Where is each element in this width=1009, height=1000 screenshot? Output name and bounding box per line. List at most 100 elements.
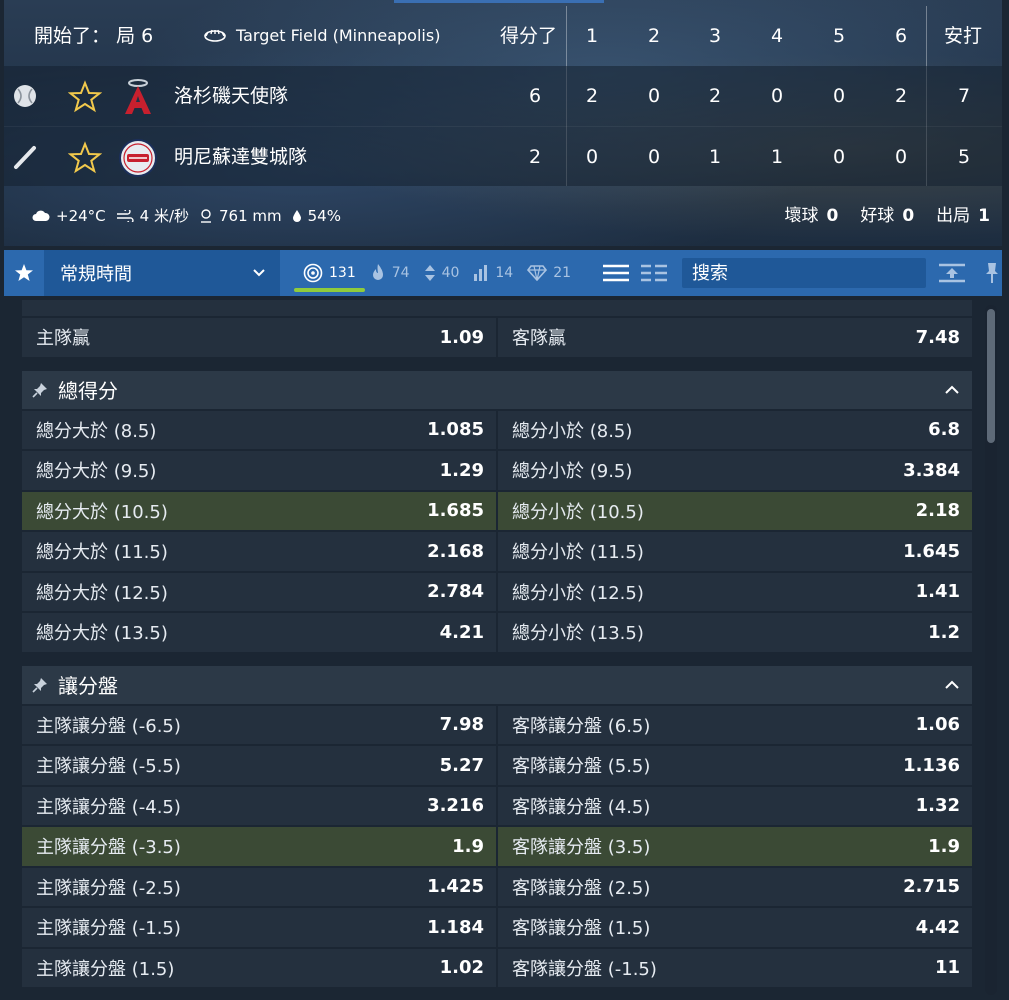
inning-label: 局 6 [116, 25, 154, 47]
odds-cell-away-handicap[interactable]: 客隊讓分盤 (6.5) 1.06 [498, 705, 972, 744]
target-icon [303, 263, 323, 283]
scrollbar-thumb[interactable] [987, 309, 995, 443]
venue-label: Target Field (Minneapolis) [236, 26, 441, 45]
odds-cell-away-handicap[interactable]: 客隊讓分盤 (1.5) 4.42 [498, 908, 972, 947]
odds-cell-home-handicap[interactable]: 主隊讓分盤 (-4.5) 3.216 [22, 786, 496, 825]
odds-cell-over[interactable]: 總分大於 (12.5) 2.784 [22, 572, 496, 611]
tab-count: 14 [495, 265, 514, 281]
odds-cell-home-win[interactable]: 主隊贏 1.09 [22, 318, 496, 357]
odds-cell-under[interactable]: 總分小於 (13.5) 1.2 [498, 613, 972, 652]
odds-cell-away-handicap[interactable]: 客隊讓分盤 (5.5) 1.136 [498, 746, 972, 785]
odds-cell-away-win[interactable]: 客隊贏 7.48 [498, 318, 972, 357]
odds-cell-over[interactable]: 總分大於 (11.5) 2.168 [22, 532, 496, 571]
odds-cell-home-handicap[interactable]: 主隊讓分盤 (-5.5) 5.27 [22, 746, 496, 785]
star-icon [15, 264, 33, 281]
odds-cell-under[interactable]: 總分小於 (11.5) 1.645 [498, 532, 972, 571]
outcome-label: 客隊讓分盤 (1.5) [512, 918, 651, 940]
odds-cell-over[interactable]: 總分大於 (8.5) 1.085 [22, 410, 496, 449]
search-input[interactable] [682, 258, 927, 288]
odds-cell-under[interactable]: 總分小於 (12.5) 1.41 [498, 572, 972, 611]
grid-view-icon[interactable] [640, 263, 668, 283]
chevron-up-icon[interactable] [944, 680, 960, 690]
collapse-all-icon[interactable] [938, 263, 966, 283]
odds-row: 主隊讓分盤 (-6.5) 7.98 客隊讓分盤 (6.5) 1.06 [22, 705, 972, 744]
odds-cell-over[interactable]: 總分大於 (13.5) 4.21 [22, 613, 496, 652]
list-view-icon[interactable] [602, 263, 630, 283]
odds-cell-under[interactable]: 總分小於 (9.5) 3.384 [498, 451, 972, 490]
odds-cell-away-handicap[interactable]: 客隊讓分盤 (4.5) 1.32 [498, 786, 972, 825]
favorites-button[interactable] [4, 250, 44, 296]
outcome-label: 主隊讓分盤 (-5.5) [36, 756, 181, 778]
outcome-label: 總分小於 (12.5) [512, 582, 644, 604]
outcome-label: 客隊讓分盤 (5.5) [512, 756, 651, 778]
odds-value: 11 [934, 957, 960, 979]
outcome-label: 主隊讓分盤 (-1.5) [36, 918, 181, 940]
odds-cell-under[interactable]: 總分小於 (8.5) 6.8 [498, 410, 972, 449]
odds-cell-home-handicap[interactable]: 主隊讓分盤 (1.5) 1.02 [22, 948, 496, 987]
odds-cell-home-handicap[interactable]: 主隊讓分盤 (-1.5) 1.184 [22, 908, 496, 947]
pin-icon[interactable] [32, 382, 48, 398]
venue: Target Field (Minneapolis) [204, 6, 440, 66]
inning-score: 0 [894, 146, 908, 168]
odds-cell-home-handicap[interactable]: 主隊讓分盤 (-6.5) 7.98 [22, 705, 496, 744]
outcome-label: 客隊讓分盤 (6.5) [512, 715, 651, 737]
pin-icon[interactable] [984, 262, 1000, 284]
odds-cell-over[interactable]: 總分大於 (10.5) 1.685 [22, 491, 496, 530]
tab-specials[interactable]: 21 [524, 250, 574, 296]
team-name: 明尼蘇達雙城隊 [174, 146, 308, 168]
outcome-label: 主隊讓分盤 (-2.5) [36, 877, 181, 899]
odds-value: 1.29 [439, 459, 484, 481]
inning-header: 3 [708, 25, 722, 47]
odds-cell-over[interactable]: 總分大於 (9.5) 1.29 [22, 451, 496, 490]
diamond-icon [527, 265, 548, 281]
view-toggle [602, 263, 668, 283]
pressure-icon [201, 209, 212, 223]
odds-value: 1.32 [915, 795, 960, 817]
odds-row: 總分大於 (8.5) 1.085 總分小於 (8.5) 6.8 [22, 410, 972, 449]
scrollbar[interactable] [985, 305, 997, 995]
tab-totals[interactable]: 40 [421, 250, 463, 296]
period-dropdown[interactable]: 常規時間 [44, 250, 280, 296]
market-filter-tabs: 131 74 40 14 21 [294, 250, 574, 296]
outcome-label: 總分大於 (11.5) [36, 542, 168, 564]
wind-speed: 4 米/秒 [139, 207, 190, 225]
outcome-label: 主隊讓分盤 (-3.5) [36, 837, 181, 859]
tab-stats[interactable]: 14 [470, 250, 516, 296]
outs-value: 1 [978, 206, 990, 226]
odds-cell-home-handicap[interactable]: 主隊讓分盤 (-3.5) 1.9 [22, 827, 496, 866]
outcome-label: 總分大於 (10.5) [36, 501, 168, 523]
weather-info: +24°C 4 米/秒 761 mm 54% [32, 186, 341, 246]
odds-row: 總分大於 (11.5) 2.168 總分小於 (11.5) 1.645 [22, 532, 972, 571]
pin-icon[interactable] [32, 677, 48, 693]
strikes-label: 好球 [860, 206, 895, 226]
tab-count: 40 [441, 265, 460, 281]
odds-value: 2.168 [427, 540, 484, 562]
cloud-icon [32, 210, 50, 221]
odds-value: 1.02 [439, 957, 484, 979]
odds-value: 1.645 [903, 540, 960, 562]
odds-cell-home-handicap[interactable]: 主隊讓分盤 (-2.5) 1.425 [22, 867, 496, 906]
odds-cell-away-handicap[interactable]: 客隊讓分盤 (2.5) 2.715 [498, 867, 972, 906]
chevron-up-icon[interactable] [944, 385, 960, 395]
favorite-star-icon[interactable] [68, 80, 102, 114]
inning-score: 2 [708, 85, 722, 107]
stadium-icon [204, 29, 226, 42]
outcome-label: 客隊贏 [512, 328, 566, 350]
baseball-icon [14, 85, 36, 107]
market-group-header[interactable]: 讓分盤 [22, 665, 972, 704]
outcome-label: 總分大於 (9.5) [36, 461, 157, 483]
odds-value: 5.27 [439, 754, 484, 776]
odds-value: 1.09 [439, 326, 484, 348]
market-group-header[interactable]: 總得分 [22, 370, 972, 409]
scoreboard-header: 開始了： 局 6 Target Field (Minneapolis) 得分了 … [4, 6, 1002, 66]
odds-cell-away-handicap[interactable]: 客隊讓分盤 (3.5) 1.9 [498, 827, 972, 866]
outcome-label: 總分大於 (12.5) [36, 582, 168, 604]
favorite-star-icon[interactable] [68, 141, 102, 175]
odds-cell-under[interactable]: 總分小於 (10.5) 2.18 [498, 491, 972, 530]
tab-all-markets[interactable]: 131 [294, 250, 365, 296]
balls-count: 壞球 0 [784, 186, 838, 246]
odds-value: 1.136 [903, 754, 960, 776]
scoreboard-footer: +24°C 4 米/秒 761 mm 54% 壞球 0 好球 0 出局 1 [4, 186, 1002, 246]
odds-cell-away-handicap[interactable]: 客隊讓分盤 (-1.5) 11 [498, 948, 972, 987]
tab-popular[interactable]: 74 [367, 250, 413, 296]
